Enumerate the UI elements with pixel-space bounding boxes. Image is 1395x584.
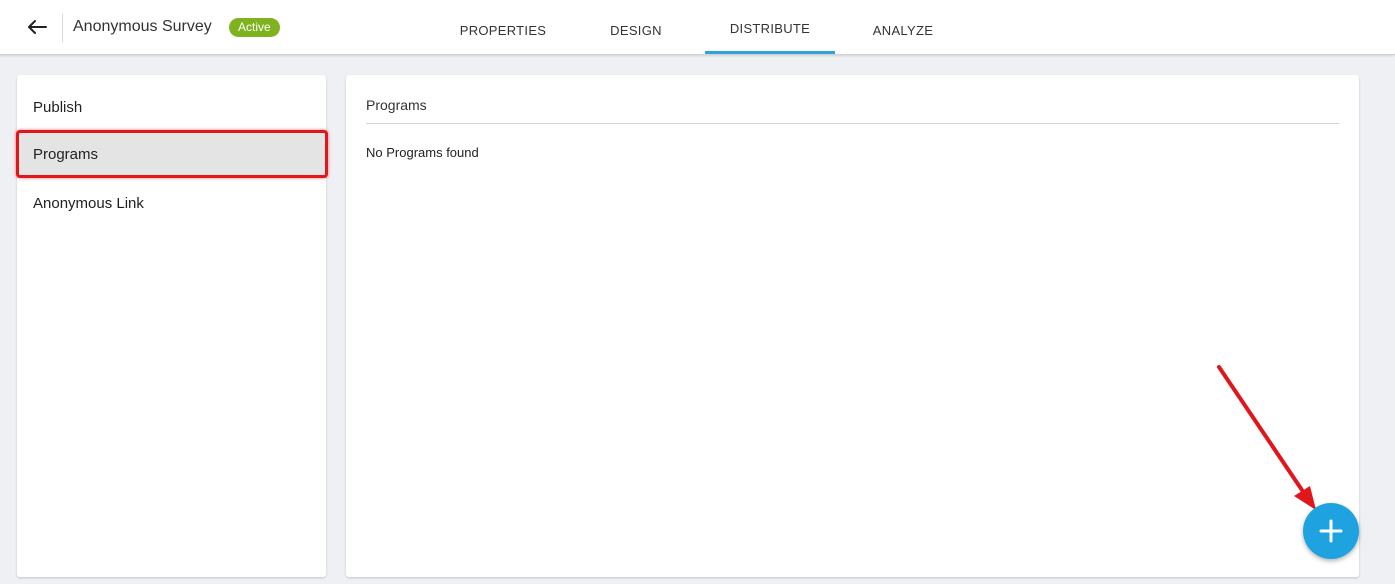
arrow-left-icon — [28, 20, 47, 34]
tab-design[interactable]: DESIGN — [586, 0, 686, 55]
active-tab-indicator — [705, 51, 835, 54]
sidebar-item-label: Programs — [33, 145, 99, 163]
empty-state-message: No Programs found — [366, 145, 479, 160]
sidebar-item-label: Anonymous Link — [33, 194, 144, 212]
plus-icon — [1319, 519, 1343, 543]
back-button[interactable] — [22, 12, 52, 42]
sidebar-item-programs[interactable]: Programs — [16, 130, 328, 178]
panel-title: Programs — [366, 97, 427, 113]
programs-panel: Programs No Programs found — [346, 75, 1359, 577]
tab-label: DESIGN — [610, 23, 662, 38]
sidebar-item-anonymous-link[interactable]: Anonymous Link — [17, 179, 326, 227]
top-bar: Anonymous Survey Active PROPERTIES DESIG… — [0, 0, 1395, 55]
tab-label: PROPERTIES — [459, 23, 547, 38]
tab-analyze[interactable]: ANALYZE — [858, 0, 948, 55]
tab-distribute[interactable]: DISTRIBUTE — [705, 0, 835, 55]
tab-properties[interactable]: PROPERTIES — [448, 0, 558, 55]
tab-label: DISTRIBUTE — [729, 21, 811, 36]
add-program-button[interactable] — [1303, 503, 1359, 559]
red-arrow-annotation — [1217, 365, 1316, 510]
status-badge: Active — [229, 18, 280, 37]
survey-title: Anonymous Survey — [73, 18, 212, 35]
sidebar-item-label: Publish — [33, 98, 83, 116]
tab-label: ANALYZE — [872, 23, 934, 38]
title-divider — [366, 123, 1339, 124]
distribute-sidebar: Publish Programs Anonymous Link — [16, 75, 328, 577]
sidebar-item-publish[interactable]: Publish — [17, 83, 326, 131]
header-divider — [62, 14, 63, 42]
